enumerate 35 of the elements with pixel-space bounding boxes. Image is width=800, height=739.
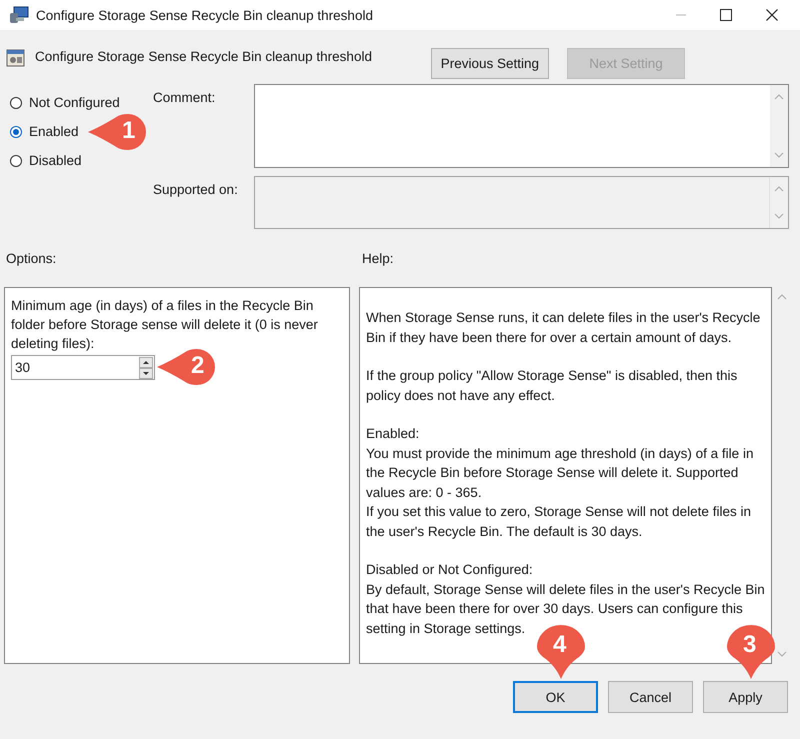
apply-button[interactable]: Apply — [703, 681, 788, 713]
comment-field[interactable] — [254, 84, 789, 168]
computer-icon — [9, 6, 29, 24]
help-label: Help: — [362, 251, 394, 268]
setting-title: Configure Storage Sense Recycle Bin cleanup threshold — [35, 49, 372, 64]
help-text: If you set this value to zero, Storage Sense will not delete files in the user's Recycle Bin. The default is 30 days. — [366, 503, 752, 541]
help-text: When Storage Sense runs, it can delete files in the user's Recycle Bin if they have been there for over a certain amount of days. — [366, 309, 762, 347]
ok-button[interactable]: OK — [513, 681, 598, 713]
policy-icon — [6, 48, 26, 68]
down-icon — [777, 650, 787, 658]
options-label: Options: — [5, 251, 58, 268]
previous-setting-button[interactable]: Previous Setting — [430, 48, 549, 79]
radio-button[interactable]: Disabled — [10, 153, 82, 168]
window-title: Configure Storage Sense Recycle Bin cleanup threshold — [36, 8, 374, 22]
close-icon — [766, 9, 778, 21]
radio-button[interactable]: Enabled — [10, 124, 79, 139]
cancel-button[interactable]: Cancel — [608, 681, 693, 713]
up-icon — [774, 185, 784, 193]
up-icon — [774, 93, 784, 101]
help-text: Enabled: — [366, 425, 420, 443]
minimize-icon — [676, 14, 686, 16]
comment-label: Comment: — [153, 89, 216, 107]
supported-on-label: Supported on: — [153, 181, 239, 199]
number-spinner[interactable]: 30 — [11, 355, 155, 380]
radio-button[interactable]: Not Configured — [10, 95, 120, 110]
option-description: Minimum age (in days) of a files in the Recycle Bin folder before Storage sense will delete it (0 is never deleting files): — [11, 297, 319, 353]
help-text: Disabled or Not Configured: — [366, 561, 534, 579]
down-icon — [774, 212, 784, 220]
callout-badge: 4 — [537, 625, 585, 679]
down-icon — [774, 151, 784, 159]
help-text: You must provide the minimum age threshold (in days) of a file in the Recycle Bin before Storage Sense will delete it. Supported values are: 0 - 365. — [366, 444, 754, 502]
maximize-icon — [720, 9, 732, 21]
callout-badge: 3 — [727, 625, 775, 679]
up-icon — [777, 293, 787, 301]
help-text: If the group policy "Allow Storage Sense" is disabled, then this policy does not have any effect. — [366, 367, 738, 405]
